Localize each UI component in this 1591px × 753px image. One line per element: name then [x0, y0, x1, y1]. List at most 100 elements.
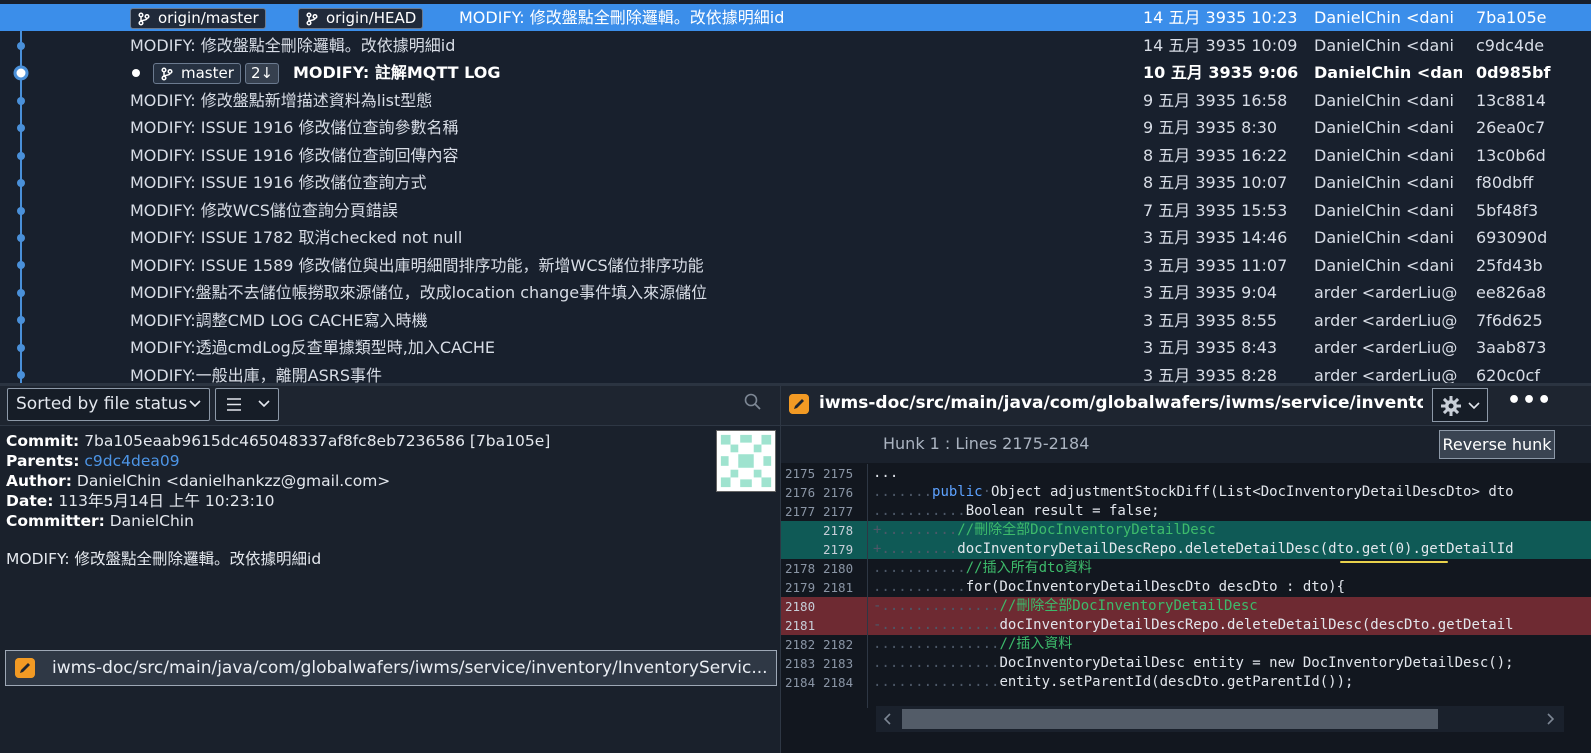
- parents-line: Parents: c9dc4dea09: [6, 452, 180, 470]
- commit-row[interactable]: MODIFY:透過cmdLog反查單據類型時,加入CACHE 3 五月 3935…: [0, 334, 1591, 361]
- commit-hash: f80dbff: [1476, 173, 1534, 192]
- diff-line-added: 2179 +.........docInventoryDetailDescRepo…: [781, 540, 1591, 559]
- commit-hash: ee826a8: [1476, 283, 1547, 302]
- commit-author: DanielChin <dani: [1314, 146, 1454, 165]
- commit-message: MODIFY: 修改盤點新增描述資料為list型態: [130, 91, 433, 110]
- commit-author: DanielChin <dani: [1314, 8, 1454, 27]
- commit-hash: 7ba105e: [1476, 8, 1547, 27]
- diff-line: 2183 2183 ...............DocInventoryDetai…: [785, 655, 1514, 671]
- author-line: Author: DanielChin <danielhankzz@gmail.c…: [6, 472, 391, 490]
- commit-full-message: MODIFY: 修改盤點全刪除邏輯。改依據明細id: [6, 550, 322, 568]
- view-mode-dropdown[interactable]: [215, 388, 279, 421]
- diff-line: 2184 2184 ...............entity.setParentI…: [785, 674, 1354, 690]
- commit-hash: 0d985bf: [1476, 63, 1551, 82]
- commit-info-panel: Commit: 7ba105eaab9615dc465048337af8fc8e…: [0, 425, 780, 753]
- commit-hash: 693090d: [1476, 228, 1548, 247]
- commit-author: DanielChin <dan: [1314, 63, 1462, 82]
- commit-author: arder <arderLiu@: [1314, 366, 1458, 385]
- commit-date: 3 五月 3935 8:55: [1143, 311, 1278, 330]
- behind-count-badge: 2↓: [245, 63, 280, 84]
- head-indicator-icon: [132, 69, 140, 77]
- commit-row[interactable]: origin/master origin/HEAD MODIFY: 修改盤點全刪…: [0, 4, 1591, 32]
- commit-row[interactable]: MODIFY:一般出庫，離開ASRS事件 3 五月 3935 8:28 arde…: [0, 362, 1591, 385]
- diff-line: 2182 2182 ...............//插入資料: [785, 636, 1073, 652]
- parent-commit-link[interactable]: c9dc4dea09: [84, 452, 179, 470]
- commit-hash: 5bf48f3: [1476, 201, 1539, 220]
- commit-row[interactable]: MODIFY: 修改盤點新增描述資料為list型態 9 五月 3935 16:5…: [0, 87, 1591, 114]
- commit-row[interactable]: MODIFY: ISSUE 1782 取消checked not null 3 …: [0, 224, 1591, 251]
- commit-row[interactable]: MODIFY: ISSUE 1916 修改儲位查詢方式 8 五月 3935 10…: [0, 169, 1591, 196]
- sort-dropdown[interactable]: Sorted by file status: [7, 388, 210, 421]
- more-options-button[interactable]: •••: [1507, 390, 1551, 418]
- chevron-down-icon: [258, 400, 270, 408]
- diff-settings-button[interactable]: [1432, 388, 1488, 422]
- diff-line-removed: 2180 -..............//刪除全部DocInventoryDet…: [781, 597, 1591, 616]
- commit-message: MODIFY: ISSUE 1589 修改儲位與出庫明細間排序功能，新增WCS儲…: [130, 256, 704, 275]
- commit-hash: 3aab873: [1476, 338, 1547, 357]
- commit-date: 8 五月 3935 16:22: [1143, 146, 1288, 165]
- commit-date: 3 五月 3935 8:43: [1143, 338, 1278, 357]
- commit-author: arder <arderLiu@: [1314, 338, 1458, 357]
- diff-line: 2177 2177 ...........Boolean result = fals…: [785, 503, 1160, 519]
- commit-author: DanielChin <dani: [1314, 118, 1454, 137]
- list-icon: [227, 398, 241, 411]
- diff-line: 2176 2176 .......public·Object adjustmentS…: [785, 484, 1514, 500]
- commit-author: DanielChin <dani: [1314, 173, 1454, 192]
- commit-author: DanielChin <dani: [1314, 228, 1454, 247]
- commit-row[interactable]: MODIFY: 修改WCS儲位查詢分頁錯誤 7 五月 3935 15:53 Da…: [0, 197, 1591, 224]
- diff-line-removed: 2181 -..............docInventoryDetailDes…: [781, 616, 1591, 635]
- ref-badge-master[interactable]: master: [153, 63, 241, 84]
- commit-row[interactable]: MODIFY: 修改盤點全刪除邏輯。改依據明細id 14 五月 3935 10:…: [0, 32, 1591, 59]
- commit-date: 10 五月 3935 9:06: [1143, 63, 1299, 82]
- diff-code-view[interactable]: 2175 2175... 2176 2176 .......public·Object…: [781, 464, 1591, 708]
- commit-row-head[interactable]: master 2↓ MODIFY: 註解MQTT LOG 10 五月 3935 …: [0, 59, 1591, 86]
- search-icon[interactable]: [743, 392, 763, 412]
- date-line: Date: 113年5月14日 上午 10:23:10: [6, 492, 275, 510]
- commit-author: arder <arderLiu@: [1314, 283, 1458, 302]
- commit-hash: c9dc4de: [1476, 36, 1545, 55]
- scroll-right-icon[interactable]: [1546, 713, 1554, 725]
- commit-author: DanielChin <dani: [1314, 91, 1454, 110]
- committer-line: Committer: DanielChin: [6, 512, 194, 530]
- commit-date: 3 五月 3935 14:46: [1143, 228, 1288, 247]
- commit-message: MODIFY:透過cmdLog反查單據類型時,加入CACHE: [130, 338, 496, 357]
- commit-row[interactable]: MODIFY: ISSUE 1916 修改儲位查詢回傳內容 8 五月 3935 …: [0, 142, 1591, 169]
- horizontal-scrollbar[interactable]: [876, 706, 1564, 732]
- modified-file-icon: [15, 658, 35, 678]
- chevron-down-icon: [1468, 402, 1480, 410]
- ref-badge-origin-master[interactable]: origin/master: [130, 8, 266, 29]
- commit-message: MODIFY: ISSUE 1916 修改儲位查詢回傳內容: [130, 146, 459, 165]
- commit-date: 14 五月 3935 10:23: [1143, 8, 1298, 27]
- commit-hash: 13c0b6d: [1476, 146, 1546, 165]
- commit-row[interactable]: MODIFY: ISSUE 1589 修改儲位與出庫明細間排序功能，新增WCS儲…: [0, 252, 1591, 279]
- diff-header: iwms-doc/src/main/java/com/globalwafers/…: [781, 386, 1591, 425]
- diff-pane: iwms-doc/src/main/java/com/globalwafers/…: [780, 386, 1591, 753]
- commit-message: MODIFY: ISSUE 1916 修改儲位查詢方式: [130, 173, 427, 192]
- commit-hash: 26ea0c7: [1476, 118, 1546, 137]
- commit-row[interactable]: MODIFY:盤點不去儲位帳撈取來源儲位，改成location change事件…: [0, 279, 1591, 306]
- commit-date: 7 五月 3935 15:53: [1143, 201, 1288, 220]
- gear-icon: [1441, 396, 1461, 416]
- commit-row[interactable]: MODIFY: ISSUE 1916 修改儲位查詢參數名稱 9 五月 3935 …: [0, 114, 1591, 141]
- diff-line-added: 2178 +.........//刪除全部DocInventoryDetailDe…: [781, 521, 1591, 540]
- commit-message: MODIFY:調整CMD LOG CACHE寫入時機: [130, 311, 428, 330]
- commit-author: DanielChin <dani: [1314, 36, 1454, 55]
- commit-message: MODIFY:盤點不去儲位帳撈取來源儲位，改成location change事件…: [130, 283, 708, 302]
- ref-badge-origin-head[interactable]: origin/HEAD: [298, 8, 424, 29]
- commit-hash: 620c0cf: [1476, 366, 1540, 385]
- commit-list[interactable]: origin/master origin/HEAD MODIFY: 修改盤點全刪…: [0, 0, 1591, 385]
- scroll-left-icon[interactable]: [884, 713, 892, 725]
- changed-file-item[interactable]: iwms-doc/src/main/java/com/globalwafers/…: [5, 650, 777, 686]
- commit-row[interactable]: MODIFY:調整CMD LOG CACHE寫入時機 3 五月 3935 8:5…: [0, 307, 1591, 334]
- commit-date: 3 五月 3935 8:28: [1143, 366, 1278, 385]
- scrollbar-thumb[interactable]: [902, 709, 1438, 729]
- reverse-hunk-button[interactable]: Reverse hunk: [1439, 430, 1555, 459]
- commit-author: DanielChin <dani: [1314, 201, 1454, 220]
- commit-date: 3 五月 3935 11:07: [1143, 256, 1288, 275]
- commit-message: MODIFY: ISSUE 1916 修改儲位查詢參數名稱: [130, 118, 459, 137]
- commit-message: MODIFY: ISSUE 1782 取消checked not null: [130, 228, 463, 247]
- branch-icon: [138, 12, 150, 26]
- commit-date: 3 五月 3935 9:04: [1143, 283, 1278, 302]
- commit-message: MODIFY:一般出庫，離開ASRS事件: [130, 366, 383, 385]
- diff-line: 2175 2175...: [785, 465, 899, 481]
